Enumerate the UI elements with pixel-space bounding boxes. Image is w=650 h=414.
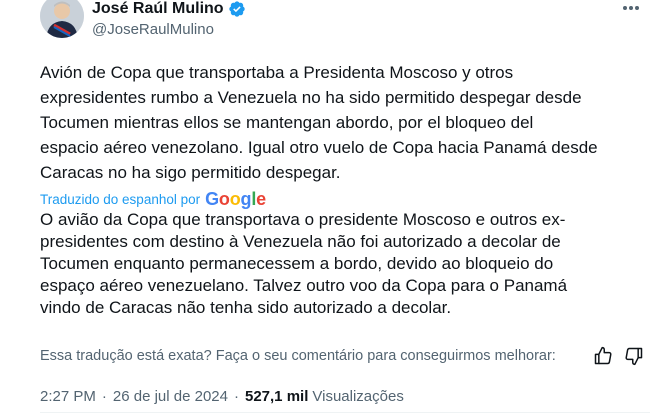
translated-by-label: Traduzido do espanhol por (40, 191, 201, 207)
tweet-line: Tocumen mientras ellos se mantengan abor… (40, 113, 534, 132)
divider (40, 412, 650, 413)
translation-line: espaço aéreo venezuelano. Talvez outro v… (40, 276, 568, 295)
more-options-icon[interactable] (620, 0, 642, 18)
views-count: 527,1 mil (244, 387, 309, 405)
tweet-text-translation: O avião da Copa que transportava o presi… (40, 209, 640, 319)
author-handle[interactable]: @JoseRaulMulino (92, 20, 214, 40)
translation-feedback: Essa tradução está exata? Faça o seu com… (40, 344, 650, 368)
tweet-date[interactable]: 26 de jul de 2024 (113, 388, 228, 405)
verified-badge-icon (228, 0, 246, 18)
translation-line: O avião da Copa que transportava o presi… (40, 210, 566, 229)
translation-line: Tocumen enquanto permanecessem a bordo, … (40, 254, 554, 273)
tweet-line: Caracas no ha sigo permitido despegar. (40, 163, 341, 182)
tweet-line: expresidentes rumbo a Venezuela no ha si… (40, 88, 582, 107)
avatar[interactable] (40, 0, 84, 38)
tweet-header: José Raúl Mulino @JoseRaulMulino (40, 0, 650, 46)
tweet-time[interactable]: 2:27 PM (40, 388, 96, 405)
views-label: Visualizações (312, 387, 404, 405)
tweet-text-original: Avión de Copa que transportaba a Preside… (40, 60, 640, 185)
tweet-line: espacio aéreo venezolano. Igual otro vue… (40, 138, 598, 157)
thumbs-down-icon[interactable] (623, 345, 645, 367)
tweet-line: Avión de Copa que transportaba a Preside… (40, 63, 514, 82)
translation-line: vindo de Caracas não tenha sido autoriza… (40, 298, 452, 317)
tweet: José Raúl Mulino @JoseRaulMulino Avión d… (0, 0, 650, 414)
name-row: José Raúl Mulino (92, 0, 246, 18)
google-logo-icon: Google (205, 189, 266, 209)
tweet-meta: 2:27 PM · 26 de jul de 2024 · 527,1 mil … (40, 385, 404, 407)
translated-by-link[interactable]: Traduzido do espanhol por Google (40, 188, 266, 210)
author-name[interactable]: José Raúl Mulino (92, 0, 224, 18)
translation-line: presidentes com destino à Venezuela não … (40, 232, 561, 251)
meta-separator: · (233, 387, 239, 405)
meta-separator: · (101, 387, 107, 405)
thumbs-up-icon[interactable] (592, 345, 614, 367)
feedback-question: Essa tradução está exata? Faça o seu com… (40, 348, 556, 364)
